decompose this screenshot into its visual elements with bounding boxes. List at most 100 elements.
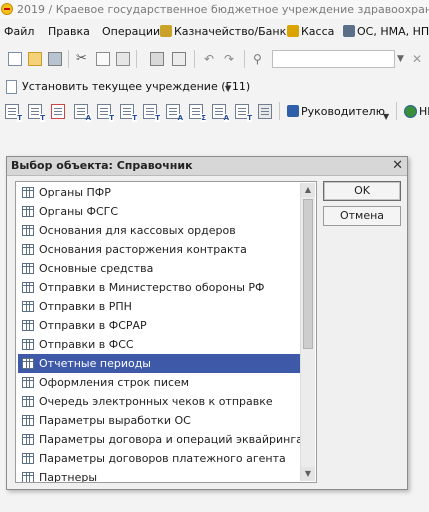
table-icon [22, 282, 34, 293]
window-title: 2019 / Краевое государственное бюджетное… [17, 3, 429, 16]
catalog-icon[interactable]: T [5, 104, 22, 122]
table-icon [22, 415, 34, 426]
list-item[interactable]: Отчетные периоды [18, 354, 301, 373]
list-item-label: Органы ПФР [39, 186, 111, 199]
list-item[interactable]: Параметры выработки ОС [18, 411, 301, 430]
coins-icon [287, 25, 299, 37]
list-item-label: Отправки в ФСС [39, 338, 134, 351]
menu-treasury[interactable]: Казначейство/Банк [160, 24, 286, 40]
print-preview-icon[interactable] [172, 52, 186, 66]
table-icon [22, 396, 34, 407]
table-icon [22, 225, 34, 236]
list-item-label: Основные средства [39, 262, 154, 275]
list-item-label: Параметры выработки ОС [39, 414, 191, 427]
list-item[interactable]: Отправки в Министерство обороны РФ [18, 278, 301, 297]
list-item[interactable]: Параметры договоров платежного агента [18, 449, 301, 468]
search-input[interactable] [272, 50, 395, 68]
manager-dropdown-icon[interactable]: ▼ [383, 112, 389, 121]
undo-icon[interactable]: ↶ [204, 52, 218, 66]
globe-icon[interactable] [404, 105, 417, 118]
toolbar-separator [244, 50, 245, 68]
catalog-alt-icon[interactable]: A [74, 104, 91, 122]
menu-cash[interactable]: Касса [287, 24, 334, 40]
register-alt-icon[interactable]: A [212, 104, 229, 122]
ok-button[interactable]: OK [323, 181, 401, 201]
menu-edit-label: Правка [48, 25, 90, 38]
list-item-label: Параметры договора и операций эквайринга [39, 433, 303, 446]
treasury-icon [160, 25, 172, 37]
select-object-dialog: Выбор объекта: Справочник ✕ Органы ПФР Ор… [6, 156, 408, 490]
register-icon[interactable]: Σ [189, 104, 206, 122]
dialog-header: Выбор объекта: Справочник ✕ [7, 157, 407, 176]
combo-dropdown-icon[interactable]: ▼ [397, 52, 411, 66]
set-institution-button[interactable]: Установить текущее учреждение (F11) [22, 80, 250, 94]
catalog-t-icon[interactable]: T [28, 104, 45, 122]
list-item[interactable]: Оформления строк писем [18, 373, 301, 392]
new-document-icon[interactable] [8, 52, 22, 66]
list-item[interactable]: Очередь электронных чеков к отправке [18, 392, 301, 411]
app-logo-icon [1, 3, 13, 15]
list-item[interactable]: Отправки в РПН [18, 297, 301, 316]
vertical-scrollbar[interactable]: ▲ ▼ [300, 183, 315, 481]
menu-operations[interactable]: Операции [102, 24, 160, 40]
list-item[interactable]: Органы ПФР [18, 183, 301, 202]
window-titlebar: 2019 / Краевое государственное бюджетное… [0, 0, 429, 19]
overflow-label[interactable]: НП [419, 104, 429, 119]
scrollbar-thumb[interactable] [303, 199, 313, 349]
list-item-label: Основания расторжения контракта [39, 243, 247, 256]
copy-icon[interactable] [96, 52, 110, 66]
set-institution-label: Установить текущее учреждение (F11) [22, 80, 251, 93]
toolbar-separator [194, 50, 195, 68]
menu-assets[interactable]: ОС, НМА, НП [343, 24, 429, 40]
menu-assets-label: ОС, НМА, НП [357, 25, 429, 38]
manager-button[interactable]: Руководителю [287, 104, 385, 119]
list-item-label: Очередь электронных чеков к отправке [39, 395, 273, 408]
open-folder-icon[interactable] [28, 52, 42, 66]
close-icon[interactable]: ✕ [392, 157, 403, 175]
dialog-title: Выбор объекта: Справочник [11, 159, 193, 172]
list-item[interactable]: Основные средства [18, 259, 301, 278]
list-item[interactable]: Органы ФСГС [18, 202, 301, 221]
scroll-down-icon[interactable]: ▼ [301, 467, 315, 481]
menu-edit[interactable]: Правка [48, 24, 90, 40]
cut-icon[interactable]: ✂ [76, 52, 90, 66]
scroll-up-icon[interactable]: ▲ [301, 183, 315, 197]
journal-icon[interactable]: T [143, 104, 160, 122]
redo-icon[interactable]: ↷ [224, 52, 238, 66]
table-icon [22, 206, 34, 217]
catalog-list[interactable]: Органы ПФР Органы ФСГС Основания для кассо… [15, 181, 317, 483]
table-icon [22, 263, 34, 274]
list-item-label: Отчетные периоды [39, 357, 151, 370]
set-institution-dropdown-icon[interactable]: ▼ [225, 84, 231, 93]
grid-icon[interactable] [258, 104, 272, 119]
list-item[interactable]: Отправки в ФСС [18, 335, 301, 354]
menu-file-label: Файл [4, 25, 35, 38]
toolbar-separator [279, 102, 280, 120]
save-icon[interactable] [48, 52, 62, 66]
list-item[interactable]: Основания расторжения контракта [18, 240, 301, 259]
table-icon [22, 187, 34, 198]
list-item[interactable]: Отправки в ФСРАР [18, 316, 301, 335]
menu-file[interactable]: Файл [4, 24, 34, 40]
report-icon[interactable]: T [97, 104, 114, 122]
search-icon[interactable]: ⚲ [253, 52, 267, 66]
print-icon[interactable] [150, 52, 164, 66]
table-icon [22, 472, 34, 482]
menu-treasury-label: Казначейство/Банк [174, 25, 287, 38]
ledger-icon[interactable]: T [235, 104, 252, 122]
report-alt-icon[interactable]: T [120, 104, 137, 122]
institution-icon [6, 80, 17, 94]
paste-icon[interactable] [116, 52, 130, 66]
clear-search-icon[interactable]: ✕ [412, 52, 426, 66]
cancel-button[interactable]: Отмена [323, 206, 401, 226]
toolbar-separator [136, 50, 137, 68]
list-item[interactable]: Параметры договора и операций эквайринга [18, 430, 303, 449]
table-icon [22, 301, 34, 312]
list-item[interactable]: Основания для кассовых ордеров [18, 221, 301, 240]
list-item-label: Основания для кассовых ордеров [39, 224, 236, 237]
list-item[interactable]: Партнеры [18, 468, 301, 482]
document-red-icon[interactable] [51, 104, 65, 119]
toolbar-separator [68, 50, 69, 68]
table-icon [22, 320, 34, 331]
journal-alt-icon[interactable]: A [166, 104, 183, 122]
